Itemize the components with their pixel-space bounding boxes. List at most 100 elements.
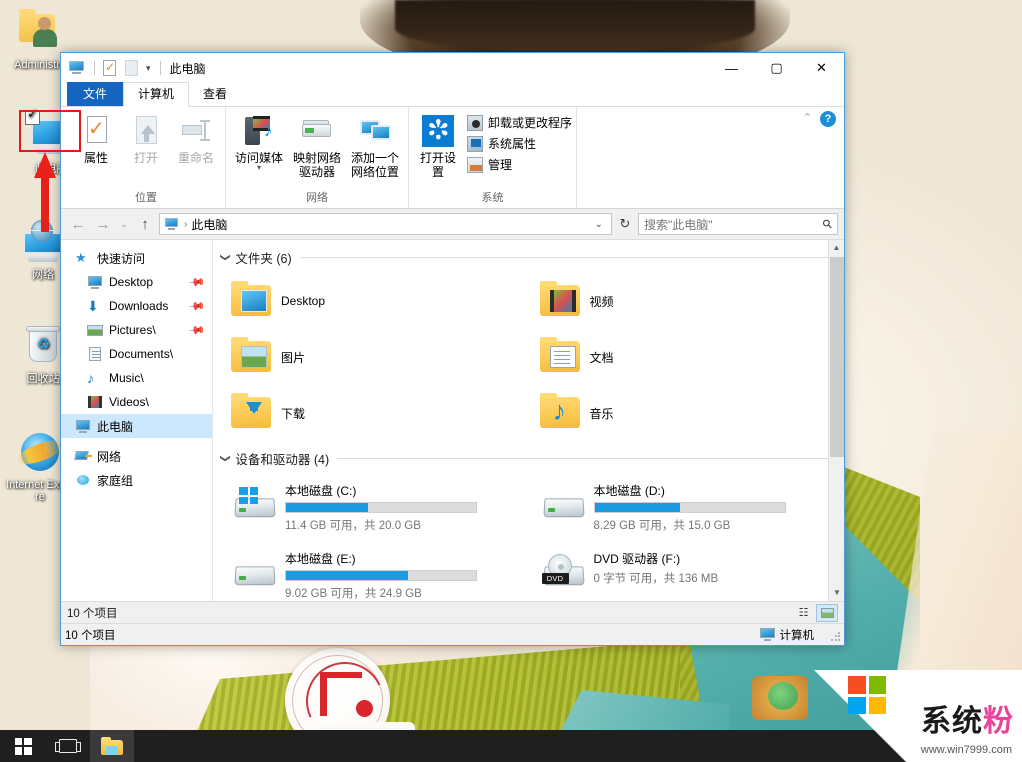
open-button[interactable]: 打开 (121, 114, 171, 165)
file-explorer-taskbar-button[interactable] (90, 730, 134, 762)
access-media-icon: ♪ (242, 114, 276, 148)
tab-view[interactable]: 查看 (189, 83, 241, 106)
help-button[interactable]: ? (820, 111, 836, 127)
breadcrumb-path[interactable]: 此电脑 (191, 216, 227, 233)
folder-name: 下载 (281, 406, 306, 421)
sidebar-item-label: Videos\ (109, 395, 149, 409)
internet-explorer-icon: e (14, 428, 66, 476)
chevron-down-icon[interactable]: ❯ (220, 253, 231, 261)
address-input[interactable]: › 此电脑 ⌄ (159, 213, 612, 235)
folder-tile[interactable]: 图片 (227, 329, 536, 385)
sidebar-item-network[interactable]: 网络 (61, 444, 212, 468)
add-network-location-button[interactable]: 添加一个网络位置 (346, 114, 404, 179)
sidebar-item-downloads[interactable]: ⬇ Downloads 📌 (61, 294, 212, 318)
start-button[interactable] (0, 730, 46, 762)
folder-tile[interactable]: 音乐 (536, 385, 845, 441)
drive-tile[interactable]: DVD DVD 驱动器 (F:) 0 字节 可用，共 136 MB (536, 542, 845, 601)
folder-tile[interactable]: Desktop (227, 273, 536, 329)
chevron-down-icon[interactable]: ▾ (257, 164, 261, 172)
vertical-scrollbar[interactable]: ▲ ▼ (828, 240, 844, 601)
maximize-button[interactable]: ▢ (754, 53, 799, 83)
sidebar-item-label: Desktop (109, 275, 154, 289)
pin-icon[interactable]: 📌 (188, 321, 207, 339)
blank-page-quick-icon[interactable] (122, 58, 142, 78)
resize-grip[interactable] (830, 631, 842, 643)
drive-tile[interactable]: 本地磁盘 (D:) 8.29 GB 可用，共 15.0 GB (536, 474, 845, 542)
windows-drive-icon (227, 486, 281, 530)
watermark-title-accent: 粉 (983, 704, 1014, 739)
sidebar-item-desktop[interactable]: Desktop 📌 (61, 270, 212, 294)
navigation-pane: ★ 快速访问 Desktop 📌 ⬇ Downloads 📌 Pictures\… (61, 240, 213, 601)
forward-button[interactable]: → (92, 213, 114, 235)
task-view-button[interactable] (46, 730, 90, 762)
watermark-blob-green (768, 682, 798, 710)
tab-file[interactable]: 文件 (67, 82, 124, 106)
drive-name: DVD 驱动器 (F:) (593, 552, 681, 566)
folder-tile[interactable]: 文档 (536, 329, 845, 385)
scroll-down-button[interactable]: ▼ (829, 585, 844, 601)
manage-item[interactable]: 管理 (467, 156, 572, 173)
this-pc-icon (164, 217, 180, 231)
annotation-arrow (34, 152, 56, 232)
item-label: 系统属性 (488, 137, 537, 151)
sidebar-item-music[interactable]: ♪ Music\ (61, 366, 212, 390)
drive-tile[interactable]: 本地磁盘 (E:) 9.02 GB 可用，共 24.9 GB (227, 542, 536, 601)
drive-tile[interactable]: 本地磁盘 (C:) 11.4 GB 可用，共 20.0 GB (227, 474, 536, 542)
sidebar-item-label: 快速访问 (97, 251, 146, 266)
access-media-button[interactable]: ♪ 访问媒体 ▾ (230, 114, 288, 172)
drive-capacity: 11.4 GB 可用，共 20.0 GB (285, 520, 421, 532)
sidebar-item-pictures[interactable]: Pictures\ 📌 (61, 318, 212, 342)
sidebar-item-homegroup[interactable]: 家庭组 (61, 468, 212, 492)
chevron-down-icon[interactable]: ❯ (220, 454, 231, 462)
folder-tile[interactable]: 下载 (227, 385, 536, 441)
drive-usage-bar (285, 570, 477, 581)
folder-tile[interactable]: 视频 (536, 273, 845, 329)
system-properties-item[interactable]: 系统属性 (467, 135, 572, 152)
site-watermark: 系统粉 www.win7999.com (752, 670, 1022, 762)
refresh-button[interactable]: ↻ (615, 216, 635, 232)
open-settings-button[interactable]: 打开设置 (413, 112, 463, 179)
homegroup-icon (75, 472, 91, 488)
close-button[interactable]: ✕ (799, 53, 844, 83)
sidebar-item-label: Pictures\ (109, 323, 156, 337)
recent-locations-button[interactable]: ⌄ (117, 213, 131, 235)
scrollbar-thumb[interactable] (830, 257, 844, 457)
map-network-drive-button[interactable]: 映射网络驱动器 (288, 114, 346, 179)
view-buttons: ☷ (792, 603, 838, 622)
scroll-up-button[interactable]: ▲ (829, 240, 844, 256)
uninstall-program-item[interactable]: 卸载或更改程序 (467, 114, 572, 131)
explorer-main: ★ 快速访问 Desktop 📌 ⬇ Downloads 📌 Pictures\… (61, 239, 844, 601)
sidebar-item-documents[interactable]: Documents\ (61, 342, 212, 366)
up-button[interactable]: ↑ (134, 213, 156, 235)
content-pane: ❯ 文件夹 (6) Desktop 视频 图片 文档 下载 ♪ 音乐 ❯ 设备和… (213, 240, 844, 601)
back-button[interactable]: ← (67, 213, 89, 235)
tiles-view-button[interactable] (816, 603, 838, 622)
sidebar-item-quick-access[interactable]: ★ 快速访问 (61, 246, 212, 270)
divider (159, 61, 161, 75)
search-input[interactable]: 搜索"此电脑" ⚲ (638, 213, 838, 235)
sidebar-item-this-pc[interactable]: 此电脑 (61, 414, 212, 438)
sidebar-item-videos[interactable]: Videos\ (61, 390, 212, 414)
pin-icon[interactable]: 📌 (188, 273, 207, 291)
system-properties-icon (467, 135, 483, 152)
quick-access-dropdown-icon[interactable]: ▾ (146, 63, 151, 74)
rename-button[interactable]: 重命名 (171, 114, 221, 165)
minimize-button[interactable]: — (709, 53, 754, 83)
chevron-down-icon[interactable]: ⌄ (595, 219, 607, 230)
window-titlebar: ▾ 此电脑 — ▢ ✕ (61, 53, 844, 83)
computer-icon (759, 628, 775, 641)
details-view-button[interactable]: ☷ (792, 604, 814, 622)
drives-group-header[interactable]: ❯ 设备和驱动器 (4) (213, 449, 844, 468)
folder-name: 文档 (589, 350, 614, 365)
tab-computer[interactable]: 计算机 (123, 82, 190, 107)
divider (94, 61, 95, 75)
folders-group-header[interactable]: ❯ 文件夹 (6) (213, 248, 844, 267)
pin-icon[interactable]: 📌 (188, 297, 207, 315)
item-label: 管理 (488, 158, 513, 172)
collapse-ribbon-icon[interactable]: ⌃ (803, 111, 812, 124)
window-title: 此电脑 (169, 61, 206, 76)
sidebar-item-label: 家庭组 (97, 473, 134, 488)
properties-quick-icon[interactable] (100, 58, 120, 78)
group-label: 网络 (306, 192, 328, 204)
pictures-icon (87, 322, 103, 338)
